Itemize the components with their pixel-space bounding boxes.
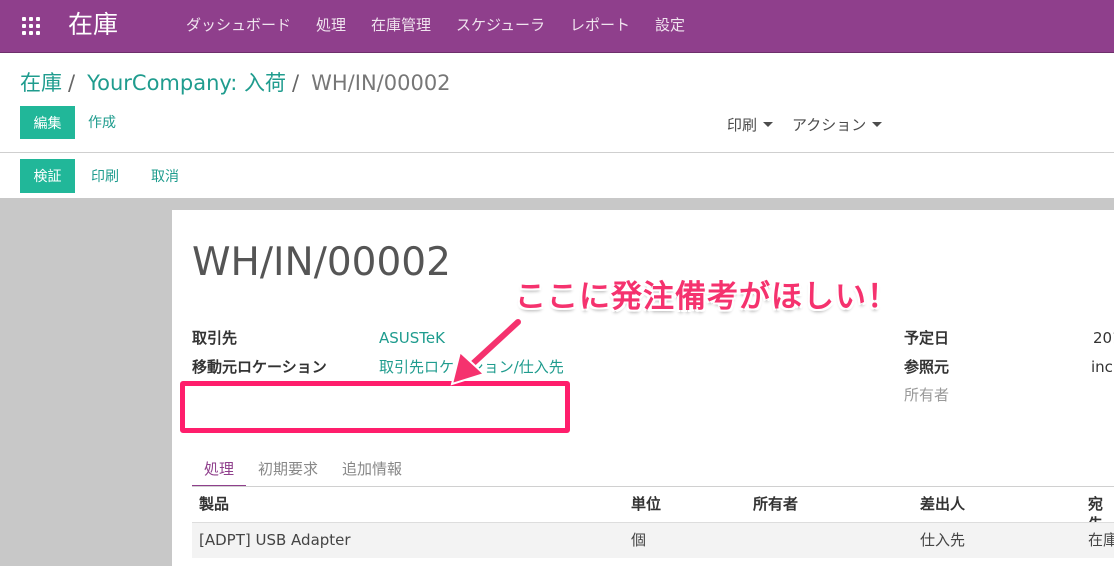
create-button[interactable]: 作成 — [88, 114, 116, 132]
statusbar: 検証 印刷 取消 — [0, 153, 1114, 198]
cell-unit: 個 — [631, 531, 647, 549]
breadcrumb-separator: / — [68, 71, 76, 95]
cell-to: 在庫 — [1088, 531, 1114, 549]
main-menu: ダッシュボード 処理 在庫管理 スケジューラ レポート 設定 — [186, 14, 710, 36]
action-dropdown[interactable]: アクション — [792, 114, 883, 135]
origin-label: 参照元 — [904, 358, 950, 376]
print-dropdown[interactable]: 印刷 — [727, 114, 774, 135]
print-dropdown-label: 印刷 — [727, 116, 758, 134]
validate-button[interactable]: 検証 — [20, 159, 75, 193]
scheduled-date-label: 予定日 — [904, 329, 950, 347]
column-header-unit[interactable]: 単位 — [631, 494, 661, 514]
edit-button[interactable]: 編集 — [20, 106, 75, 139]
column-header-from[interactable]: 差出人 — [920, 494, 965, 514]
caret-down-icon — [763, 122, 774, 127]
cell-product: [ADPT] USB Adapter — [199, 531, 351, 549]
column-header-product[interactable]: 製品 — [199, 494, 229, 514]
menu-operations[interactable]: 処理 — [316, 14, 346, 36]
cancel-button[interactable]: 取消 — [151, 168, 179, 186]
breadcrumb-receipts[interactable]: YourCompany: 入荷 — [87, 69, 286, 97]
document-title: WH/IN/00002 — [192, 240, 451, 285]
origin-value: inc — [1091, 358, 1113, 376]
annotation-text: ここに発注備考がほしい！ — [515, 279, 899, 315]
breadcrumb-separator: / — [292, 71, 300, 95]
menu-schedulers[interactable]: スケジューラ — [456, 14, 545, 36]
source-location-label: 移動元ロケーション — [192, 358, 327, 376]
scheduled-date-value: 201 — [1093, 329, 1114, 347]
tab-operations[interactable]: 処理 — [192, 452, 247, 487]
tab-initial-demand[interactable]: 初期要求 — [246, 452, 330, 487]
control-panel: 在庫 / YourCompany: 入荷 / WH/IN/00002 編集 作成… — [0, 53, 1114, 153]
breadcrumb: 在庫 / YourCompany: 入荷 / WH/IN/00002 — [20, 69, 451, 97]
menu-reports[interactable]: レポート — [570, 14, 630, 36]
top-navbar: 在庫 ダッシュボード 処理 在庫管理 スケジューラ レポート 設定 — [0, 0, 1114, 53]
breadcrumb-inventory[interactable]: 在庫 — [20, 69, 62, 97]
cell-from: 仕入先 — [920, 531, 966, 549]
owner-label: 所有者 — [904, 386, 950, 404]
app-title: 在庫 — [68, 10, 119, 39]
caret-down-icon — [872, 122, 883, 127]
action-dropdown-label: アクション — [792, 116, 867, 134]
form-tabs: 処理 初期要求 追加情報 — [192, 452, 414, 487]
menu-inventory-control[interactable]: 在庫管理 — [371, 14, 431, 36]
breadcrumb-current: WH/IN/00002 — [311, 71, 451, 95]
partner-label: 取引先 — [192, 329, 238, 347]
column-header-owner[interactable]: 所有者 — [753, 494, 798, 514]
apps-grid-icon[interactable] — [22, 17, 40, 35]
menu-dashboard[interactable]: ダッシュボード — [186, 14, 291, 36]
menu-settings[interactable]: 設定 — [655, 14, 685, 36]
tab-divider — [192, 486, 1114, 487]
print-button[interactable]: 印刷 — [91, 168, 119, 186]
tab-additional-info[interactable]: 追加情報 — [330, 452, 414, 487]
